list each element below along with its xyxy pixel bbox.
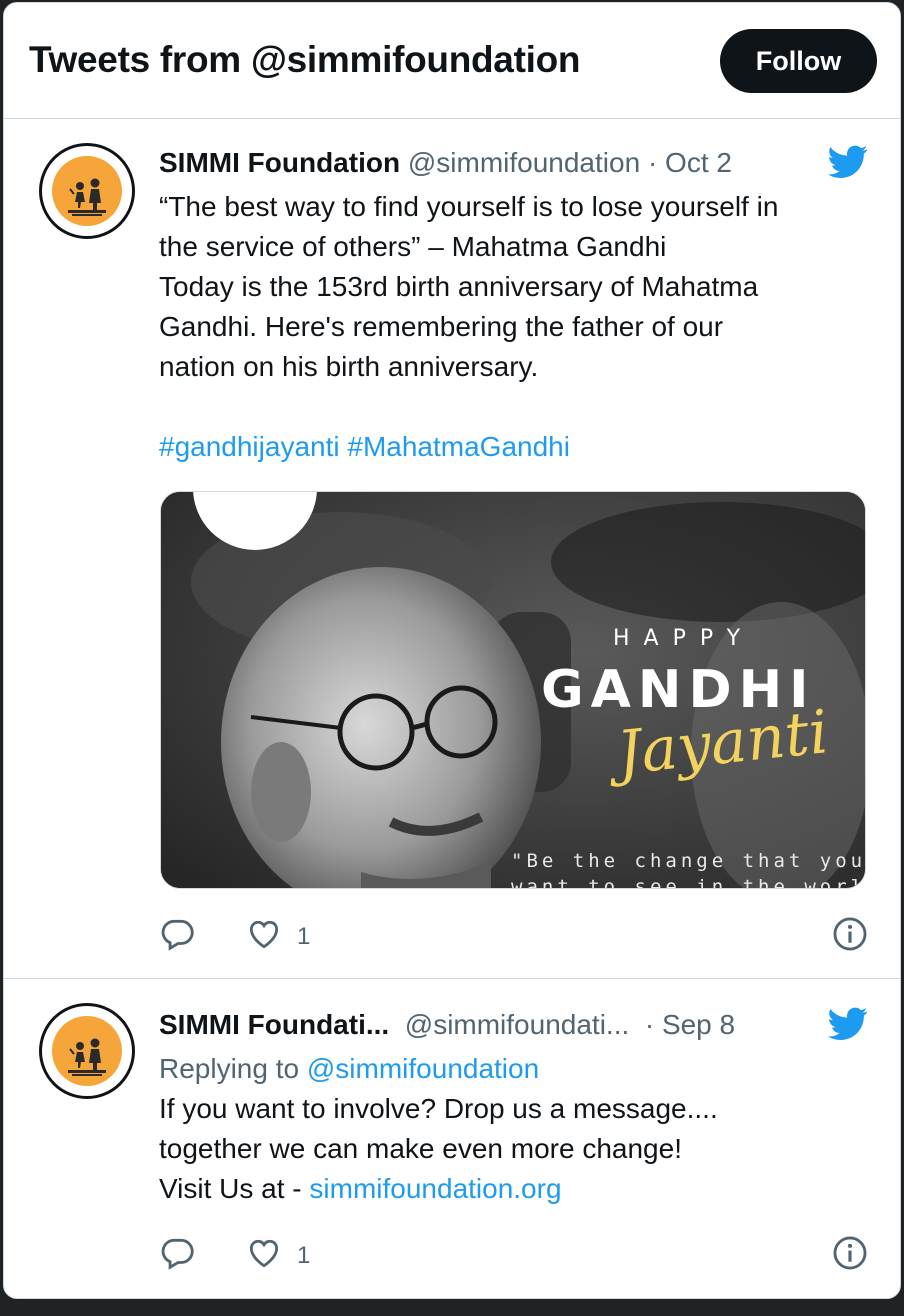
visit-line: Visit Us at - simmifoundation.org (159, 1169, 859, 1209)
timeline-header: Tweets from @simmifoundation Follow (4, 3, 900, 119)
tweet-body: “The best way to find yourself is to los… (159, 187, 859, 467)
timeline-title: Tweets from @simmifoundation (29, 39, 581, 80)
tweet-media-image[interactable]: HAPPY GANDHI Jayanti "Be the change that… (160, 491, 866, 889)
like-count: 1 (297, 923, 311, 950)
tweet-actions: 1 (159, 915, 869, 955)
meta-separator: · (647, 147, 658, 178)
author-handle[interactable]: @simmifoundation (408, 147, 640, 178)
like-count: 1 (297, 1242, 311, 1269)
foundation-logo (52, 1016, 122, 1086)
tweet-body: Replying to @simmifoundation If you want… (159, 1049, 859, 1209)
media-happy-text: HAPPY (613, 626, 755, 651)
tweet-date[interactable]: Sep 8 (662, 1009, 735, 1040)
media-quote: "Be the change that you want to see in t… (511, 848, 866, 889)
author-name[interactable]: SIMMI Foundati... (159, 1009, 389, 1040)
tweet-meta: SIMMI Foundati... @simmifoundati... · Se… (159, 1009, 735, 1041)
replying-handle[interactable]: @simmifoundation (307, 1053, 539, 1084)
author-handle[interactable]: @simmifoundati... (405, 1009, 630, 1040)
tweet-line: “The best way to find yourself is to los… (159, 191, 779, 222)
tweet-line: nation on his birth anniversary. (159, 351, 539, 382)
media-quote-line: want to see in the world" (511, 876, 866, 889)
tweet-line: If you want to involve? Drop us a messag… (159, 1093, 718, 1124)
tweet-line: Gandhi. Here's remembering the father of… (159, 311, 724, 342)
twitter-bird-icon[interactable] (828, 145, 868, 179)
twitter-bird-icon[interactable] (828, 1007, 868, 1041)
tweet-meta: SIMMI Foundation @simmifoundation · Oct … (159, 147, 732, 179)
follow-button[interactable]: Follow (720, 29, 877, 93)
tweet[interactable]: SIMMI Foundati... @simmifoundati... · Se… (4, 979, 900, 1298)
heart-icon[interactable] (245, 1234, 283, 1272)
tweet-line: Today is the 153rd birth anniversary of … (159, 271, 759, 302)
tweet[interactable]: SIMMI Foundation @simmifoundation · Oct … (4, 119, 900, 979)
reply-icon[interactable] (159, 915, 197, 953)
hashtags[interactable]: #gandhijayanti #MahatmaGandhi (159, 427, 859, 467)
foundation-logo (52, 156, 122, 226)
info-icon[interactable] (831, 915, 869, 953)
author-name[interactable]: SIMMI Foundation (159, 147, 400, 178)
tweet-actions: 1 (159, 1234, 869, 1274)
info-icon[interactable] (831, 1234, 869, 1272)
avatar[interactable] (39, 1003, 135, 1099)
replying-to: Replying to @simmifoundation (159, 1049, 859, 1089)
heart-icon[interactable] (245, 915, 283, 953)
visit-prefix: Visit Us at - (159, 1173, 302, 1204)
reply-icon[interactable] (159, 1234, 197, 1272)
avatar[interactable] (39, 143, 135, 239)
tweet-date[interactable]: Oct 2 (665, 147, 732, 178)
meta-separator: · (644, 1009, 655, 1040)
replying-prefix: Replying to (159, 1053, 300, 1084)
website-link[interactable]: simmifoundation.org (309, 1173, 561, 1204)
timeline-widget: Tweets from @simmifoundation Follow SIMM… (3, 2, 901, 1299)
tweet-line: together we can make even more change! (159, 1133, 682, 1164)
media-quote-line: "Be the change that you (511, 850, 866, 872)
tweet-line: the service of others” – Mahatma Gandhi (159, 231, 667, 262)
